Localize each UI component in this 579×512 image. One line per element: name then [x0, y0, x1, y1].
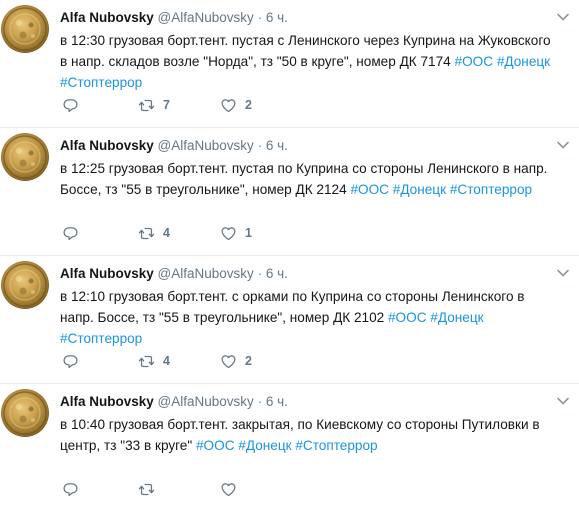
author-handle[interactable]: @AlfaNubovsky [158, 394, 254, 409]
author-handle[interactable]: @AlfaNubovsky [158, 10, 254, 25]
like-button[interactable]: 2 [220, 352, 252, 370]
author-name[interactable]: Alfa Nubovsky [60, 394, 154, 409]
tweet-actions: 4 2 [60, 352, 559, 372]
avatar-coin-icon [3, 135, 47, 179]
like-button[interactable] [220, 480, 245, 498]
tweet-timestamp[interactable]: 6 ч. [266, 394, 288, 409]
tweet-header: Alfa Nubovsky @AlfaNubovsky · 6 ч. [60, 393, 559, 411]
reply-button[interactable] [62, 480, 79, 498]
retweet-count: 4 [163, 226, 170, 240]
chevron-down-icon[interactable] [557, 397, 569, 405]
hashtag-link[interactable]: #ООС [455, 54, 494, 69]
retweet-icon [138, 483, 155, 495]
tweet-actions [60, 480, 559, 500]
tweet-timestamp[interactable]: 6 ч. [266, 10, 288, 25]
like-count: 1 [245, 226, 252, 240]
like-count: 2 [245, 98, 252, 112]
retweet-button[interactable]: 4 [138, 352, 170, 370]
retweet-icon [138, 355, 155, 367]
avatar[interactable] [1, 5, 49, 53]
reply-icon [63, 354, 78, 368]
tweet[interactable]: Alfa Nubovsky @AlfaNubovsky · 6 ч. в 12:… [0, 0, 579, 128]
heart-icon [221, 98, 236, 112]
hashtag-link[interactable]: #Стоптеррор [60, 331, 142, 346]
author-handle[interactable]: @AlfaNubovsky [158, 138, 254, 153]
retweet-icon [138, 99, 155, 111]
author-name[interactable]: Alfa Nubovsky [60, 266, 154, 281]
reply-icon [63, 482, 78, 496]
retweet-button[interactable]: 4 [138, 224, 170, 242]
tweet-text: в 12:10 грузовая борт.тент. с орками по … [60, 286, 559, 349]
hashtag-link[interactable]: #Стоптеррор [60, 75, 142, 90]
separator-dot: · [257, 10, 263, 25]
author-handle[interactable]: @AlfaNubovsky [158, 266, 254, 281]
tweet-actions: 7 2 [60, 96, 559, 116]
chevron-down-icon[interactable] [557, 13, 569, 21]
heart-icon [221, 226, 236, 240]
retweet-icon [138, 227, 155, 239]
like-button[interactable]: 2 [220, 96, 252, 114]
hashtag-link[interactable]: #ООС [388, 310, 427, 325]
like-count: 2 [245, 354, 252, 368]
hashtag-link[interactable]: #ООС [350, 182, 389, 197]
retweet-count: 7 [163, 98, 170, 112]
like-button[interactable]: 1 [220, 224, 252, 242]
avatar-coin-icon [3, 391, 47, 435]
tweet-text: в 10:40 грузовая борт.тент. закрытая, по… [60, 414, 559, 456]
tweet-feed: Alfa Nubovsky @AlfaNubovsky · 6 ч. в 12:… [0, 0, 579, 512]
separator-dot: · [257, 138, 263, 153]
reply-button[interactable] [62, 352, 79, 370]
avatar[interactable] [1, 389, 49, 437]
avatar-coin-icon [3, 263, 47, 307]
reply-icon [63, 226, 78, 240]
separator-dot: · [257, 394, 263, 409]
tweet[interactable]: Alfa Nubovsky @AlfaNubovsky · 6 ч. в 12:… [0, 128, 579, 256]
heart-icon [221, 482, 236, 496]
tweet-timestamp[interactable]: 6 ч. [266, 138, 288, 153]
tweet[interactable]: Alfa Nubovsky @AlfaNubovsky · 6 ч. в 10:… [0, 384, 579, 512]
hashtag-link[interactable]: #Стоптеррор [295, 438, 377, 453]
author-name[interactable]: Alfa Nubovsky [60, 138, 154, 153]
tweet-header: Alfa Nubovsky @AlfaNubovsky · 6 ч. [60, 265, 559, 283]
retweet-button[interactable] [138, 480, 163, 498]
hashtag-link[interactable]: #Донецк [393, 182, 446, 197]
reply-button[interactable] [62, 96, 79, 114]
separator-dot: · [257, 266, 263, 281]
hashtag-link[interactable]: #Донецк [497, 54, 550, 69]
chevron-down-icon[interactable] [557, 141, 569, 149]
avatar[interactable] [1, 261, 49, 309]
tweet-header: Alfa Nubovsky @AlfaNubovsky · 6 ч. [60, 137, 559, 155]
tweet-timestamp[interactable]: 6 ч. [266, 266, 288, 281]
tweet-actions: 4 1 [60, 224, 559, 244]
tweet-text: в 12:30 грузовая борт.тент. пустая с Лен… [60, 30, 559, 93]
avatar-coin-icon [3, 7, 47, 51]
author-name[interactable]: Alfa Nubovsky [60, 10, 154, 25]
chevron-down-icon[interactable] [557, 269, 569, 277]
reply-button[interactable] [62, 224, 79, 242]
hashtag-link[interactable]: #Донецк [430, 310, 483, 325]
hashtag-link[interactable]: #Стоптеррор [450, 182, 532, 197]
hashtag-link[interactable]: #Донецк [238, 438, 291, 453]
tweet[interactable]: Alfa Nubovsky @AlfaNubovsky · 6 ч. в 12:… [0, 256, 579, 384]
hashtag-link[interactable]: #ООС [196, 438, 235, 453]
reply-icon [63, 98, 78, 112]
retweet-button[interactable]: 7 [138, 96, 170, 114]
heart-icon [221, 354, 236, 368]
tweet-header: Alfa Nubovsky @AlfaNubovsky · 6 ч. [60, 9, 559, 27]
avatar[interactable] [1, 133, 49, 181]
tweet-text: в 12:25 грузовая борт.тент. пустая по Ку… [60, 158, 559, 200]
retweet-count: 4 [163, 354, 170, 368]
